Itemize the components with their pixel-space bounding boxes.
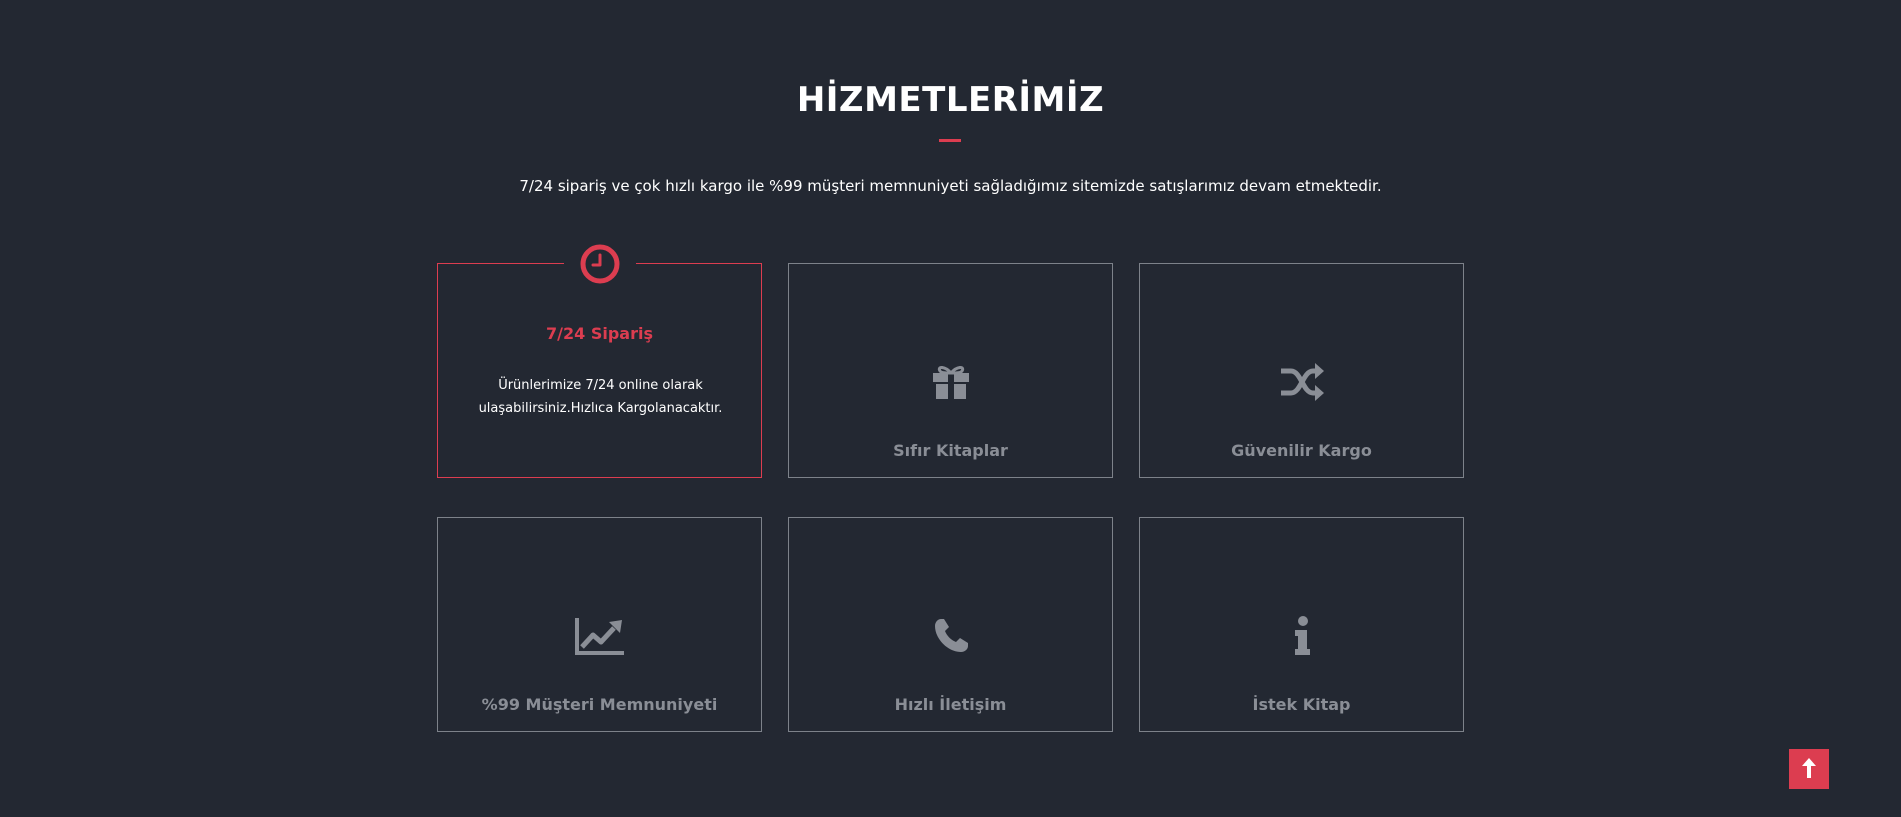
arrow-up-icon: [1802, 757, 1816, 781]
service-card-contact[interactable]: Hızlı İletişim: [788, 517, 1113, 732]
service-title: %99 Müşteri Memnuniyeti: [481, 695, 718, 714]
shuffle-icon: [1140, 360, 1463, 404]
phone-icon: [789, 614, 1112, 658]
section-title: HİZMETLERİMİZ: [796, 80, 1105, 120]
service-title: Hızlı İletişim: [894, 695, 1007, 714]
gift-icon: [789, 360, 1112, 404]
service-card-satisfaction[interactable]: %99 Müşteri Memnuniyeti: [437, 517, 762, 732]
info-icon: [1140, 614, 1463, 658]
services-section: HİZMETLERİMİZ 7/24 sipariş ve çok hızlı …: [0, 0, 1901, 817]
service-title: 7/24 Sipariş: [546, 324, 653, 343]
title-underline: [939, 139, 961, 142]
service-card-order[interactable]: 7/24 Sipariş Ürünlerimize 7/24 online ol…: [437, 242, 762, 478]
service-card-reliable-shipping[interactable]: Güvenilir Kargo: [1139, 263, 1464, 478]
service-title: Sıfır Kitaplar: [893, 441, 1008, 460]
service-title: Güvenilir Kargo: [1231, 441, 1372, 460]
section-subtitle: 7/24 sipariş ve çok hızlı kargo ile %99 …: [519, 177, 1382, 195]
service-description: Ürünlerimize 7/24 online olarak ulaşabil…: [478, 378, 723, 416]
service-title: İstek Kitap: [1252, 695, 1351, 714]
clock-icon: [564, 242, 636, 286]
chart-line-icon: [438, 614, 761, 658]
service-card-book-request[interactable]: İstek Kitap: [1139, 517, 1464, 732]
service-card-new-books[interactable]: Sıfır Kitaplar: [788, 263, 1113, 478]
scroll-to-top-button[interactable]: [1789, 749, 1829, 789]
